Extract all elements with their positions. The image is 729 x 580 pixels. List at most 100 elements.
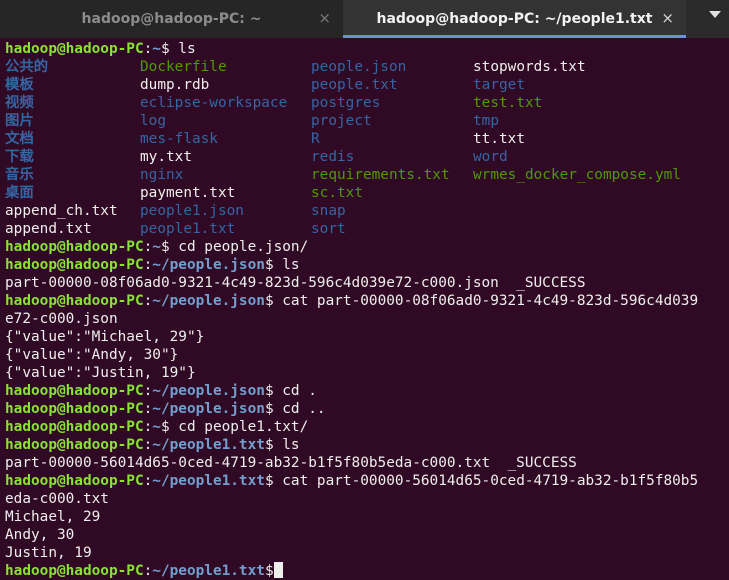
- ls-entry: 视频: [5, 95, 34, 111]
- prompt-path: ~/people.json: [152, 257, 265, 273]
- prompt-line: hadoop@hadoop-PC:~/people.json$ cd ..: [5, 400, 729, 418]
- prompt-dollar: $: [160, 41, 170, 57]
- prompt-path: ~/people.json: [152, 401, 265, 417]
- ls-entry: 模板: [5, 77, 34, 93]
- prompt-userhost: hadoop@hadoop-PC: [5, 383, 144, 399]
- close-icon[interactable]: ×: [661, 9, 674, 27]
- tab-people1[interactable]: hadoop@hadoop-PC: ~/people1.txt ×: [343, 0, 686, 38]
- prompt-userhost: hadoop@hadoop-PC: [5, 401, 144, 417]
- command-text: cd .: [273, 383, 317, 399]
- output-line: {"value":"Michael, 29"}: [5, 328, 729, 346]
- ls-entry: tt.txt: [473, 131, 525, 147]
- output-text: {"value":"Andy, 30"}: [5, 347, 179, 363]
- prompt-userhost: hadoop@hadoop-PC: [5, 239, 144, 255]
- command-text: cat part-00000-08f06ad0-9321-4c49-823d-5…: [273, 293, 699, 309]
- output-text: Justin, 19: [5, 545, 92, 561]
- ls-entry: people1.json: [140, 203, 244, 219]
- ls-entry: 桌面: [5, 185, 34, 201]
- chevron-down-icon[interactable]: [709, 11, 721, 18]
- ls-entry: project: [311, 113, 372, 129]
- ls-entry: word: [473, 149, 508, 165]
- output-line: part-00000-56014d65-0ced-4719-ab32-b1f5f…: [5, 454, 729, 472]
- output-text: {"value":"Michael, 29"}: [5, 329, 205, 345]
- ls-entry: 音乐: [5, 167, 34, 183]
- output-line: eda-c000.txt: [5, 490, 729, 508]
- output-line: Justin, 19: [5, 544, 729, 562]
- ls-entry: log: [140, 113, 166, 129]
- prompt-userhost: hadoop@hadoop-PC: [5, 293, 144, 309]
- tab-bar: hadoop@hadoop-PC: ~ × hadoop@hadoop-PC: …: [0, 0, 729, 38]
- output-text: eda-c000.txt: [5, 491, 109, 507]
- output-text: {"value":"Justin, 19"}: [5, 365, 196, 381]
- command-text: cd ..: [273, 401, 326, 417]
- prompt-path: ~/people1.txt: [152, 473, 265, 489]
- output-text: Andy, 30: [5, 527, 75, 543]
- command-text: ls: [169, 41, 196, 57]
- tab-home[interactable]: hadoop@hadoop-PC: ~ ×: [0, 0, 343, 38]
- prompt-userhost: hadoop@hadoop-PC: [5, 563, 144, 579]
- ls-entry: 下载: [5, 149, 34, 165]
- prompt-path: ~/people1.txt: [152, 437, 265, 453]
- output-line: {"value":"Justin, 19"}: [5, 364, 729, 382]
- prompt-line: hadoop@hadoop-PC:~$ ls: [5, 40, 729, 58]
- prompt-userhost: hadoop@hadoop-PC: [5, 41, 144, 57]
- prompt-separator: :: [143, 383, 153, 399]
- ls-entry: my.txt: [140, 149, 192, 165]
- prompt-userhost: hadoop@hadoop-PC: [5, 257, 144, 273]
- command-text: cd people.json/: [169, 239, 309, 255]
- prompt-line: hadoop@hadoop-PC:~/people1.txt$ cat part…: [5, 472, 729, 490]
- ls-entry: target: [473, 77, 525, 93]
- prompt-separator: :: [143, 419, 153, 435]
- ls-entry: wrmes_docker_compose.yml: [473, 167, 681, 183]
- prompt-userhost: hadoop@hadoop-PC: [5, 473, 144, 489]
- prompt-line: hadoop@hadoop-PC:~/people1.txt$ ls: [5, 436, 729, 454]
- prompt-dollar: $: [264, 401, 274, 417]
- prompt-line: hadoop@hadoop-PC:~$ cd people.json/: [5, 238, 729, 256]
- ls-entry: sc.txt: [311, 185, 363, 201]
- output-line: {"value":"Andy, 30"}: [5, 346, 729, 364]
- ls-listing: 公共的 模板 视频 图片 文档 下载 音乐 桌面 append_ch.txt append.txt…: [5, 58, 729, 238]
- command-text: ls: [273, 257, 300, 273]
- ls-entry: Dockerfile: [140, 59, 227, 75]
- prompt-userhost: hadoop@hadoop-PC: [5, 419, 144, 435]
- output-text: Michael, 29: [5, 509, 101, 525]
- ls-entry: postgres: [311, 95, 381, 111]
- ls-entry: requirements.txt: [311, 167, 450, 183]
- ls-entry: R: [311, 131, 320, 147]
- prompt-dollar: $: [160, 419, 170, 435]
- output-line: part-00000-08f06ad0-9321-4c49-823d-596c4…: [5, 274, 729, 292]
- prompt-separator: :: [143, 563, 153, 579]
- ls-entry: people.json: [311, 59, 407, 75]
- prompt-dollar: $: [264, 563, 274, 579]
- prompt-separator: :: [143, 41, 153, 57]
- ls-entry: people.txt: [311, 77, 398, 93]
- prompt-path: ~: [152, 239, 161, 255]
- terminal-output[interactable]: hadoop@hadoop-PC:~$ ls 公共的 模板 视频 图片 文档 下载 音乐 桌面 a…: [5, 40, 729, 579]
- ls-entry: redis: [311, 149, 355, 165]
- ls-entry: snap: [311, 203, 346, 219]
- ls-entry: test.txt: [473, 95, 543, 111]
- ls-entry: append.txt: [5, 221, 92, 237]
- prompt-line: hadoop@hadoop-PC:~/people.json$ cd .: [5, 382, 729, 400]
- tab-title: hadoop@hadoop-PC: ~: [81, 11, 262, 27]
- prompt-dollar: $: [264, 473, 274, 489]
- prompt-dollar: $: [264, 437, 274, 453]
- output-line: Michael, 29: [5, 508, 729, 526]
- output-line: e72-c000.json: [5, 310, 729, 328]
- prompt-dollar: $: [160, 239, 170, 255]
- ls-entry: nginx: [140, 167, 184, 183]
- ls-entry: eclipse-workspace: [140, 95, 288, 111]
- ls-entry: mes-flask: [140, 131, 218, 147]
- prompt-line: hadoop@hadoop-PC:~/people.json$ cat part…: [5, 292, 729, 310]
- prompt-separator: :: [143, 437, 153, 453]
- ls-entry: append_ch.txt: [5, 203, 118, 219]
- close-icon[interactable]: ×: [318, 9, 331, 27]
- ls-entry: 文档: [5, 131, 34, 147]
- prompt-path: ~: [152, 419, 161, 435]
- prompt-path: ~/people.json: [152, 293, 265, 309]
- ls-entry: 图片: [5, 113, 34, 129]
- ls-entry: stopwords.txt: [473, 59, 586, 75]
- output-text: part-00000-56014d65-0ced-4719-ab32-b1f5f…: [5, 455, 577, 471]
- text-cursor: [273, 562, 283, 578]
- prompt-separator: :: [143, 401, 153, 417]
